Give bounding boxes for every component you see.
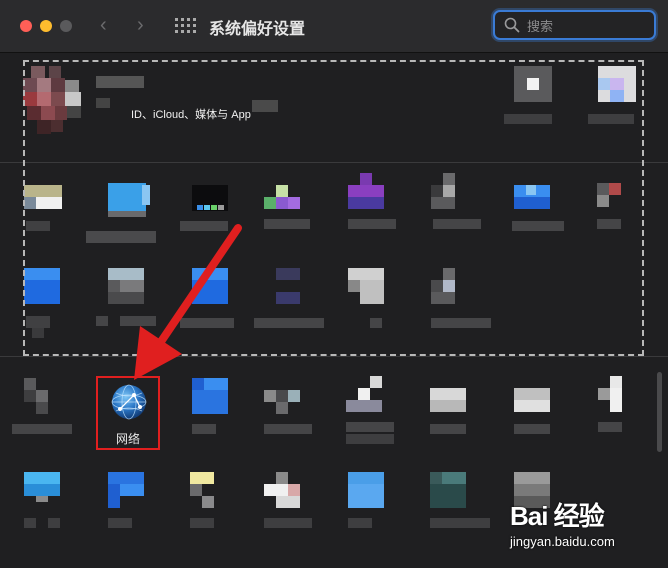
forward-button[interactable]: › (137, 14, 144, 37)
red-arrow-annotation (134, 224, 242, 380)
redacted-block (252, 100, 278, 114)
apple-id-avatar[interactable] (23, 66, 85, 138)
minimize-window-button[interactable] (40, 20, 52, 32)
vertical-scrollbar[interactable] (657, 372, 662, 452)
zoom-window-button[interactable] (60, 20, 72, 32)
date-time-pane[interactable] (264, 472, 314, 532)
software-update-pane[interactable] (12, 378, 72, 436)
security-privacy-pane[interactable] (431, 268, 491, 330)
spotlight-pane[interactable] (431, 173, 481, 233)
window-titlebar: ‹ › 系统偏好设置 (0, 0, 668, 53)
family-sharing-pane[interactable] (504, 66, 552, 128)
general-pane[interactable] (24, 185, 62, 241)
overview-pane[interactable] (588, 66, 636, 128)
search-input[interactable] (525, 15, 649, 37)
search-icon (504, 17, 520, 33)
network-pane-label: 网络 (115, 432, 140, 446)
printers-scanners-pane[interactable] (346, 376, 396, 450)
show-all-grid-icon[interactable] (175, 18, 196, 34)
close-window-button[interactable] (20, 20, 32, 32)
window-title: 系统偏好设置 (209, 21, 306, 38)
back-button[interactable]: ‹ (100, 14, 107, 37)
displays-pane[interactable] (24, 472, 64, 532)
keyboard-pane[interactable] (430, 388, 470, 436)
siri-pane[interactable] (348, 173, 396, 233)
sharing-pane[interactable] (348, 472, 388, 532)
search-field[interactable] (493, 10, 656, 40)
section-divider (0, 356, 668, 357)
time-machine-pane[interactable] (430, 472, 490, 532)
notifications-pane[interactable] (597, 173, 637, 233)
watermark-brand: Bai 经验 (510, 501, 605, 531)
watermark-url: jingyan.baidu.com (510, 534, 615, 549)
mission-control-pane[interactable] (264, 185, 310, 237)
sidecar-pane[interactable] (108, 472, 148, 532)
energy-saver-pane[interactable] (190, 472, 230, 532)
language-region-pane[interactable] (512, 185, 564, 235)
baidu-watermark: Bai 经验 jingyan.baidu.com (510, 496, 660, 556)
trackpad-pane[interactable] (514, 388, 554, 436)
apple-id-subtitle: ID、iCloud、媒体与 App (131, 109, 251, 121)
internet-accounts-pane[interactable] (24, 268, 64, 340)
mouse-pane[interactable] (598, 376, 628, 436)
section-divider (0, 162, 668, 163)
sound-pane[interactable] (264, 384, 314, 436)
screen-time-pane[interactable] (254, 268, 324, 330)
extensions-pane[interactable] (348, 268, 388, 330)
